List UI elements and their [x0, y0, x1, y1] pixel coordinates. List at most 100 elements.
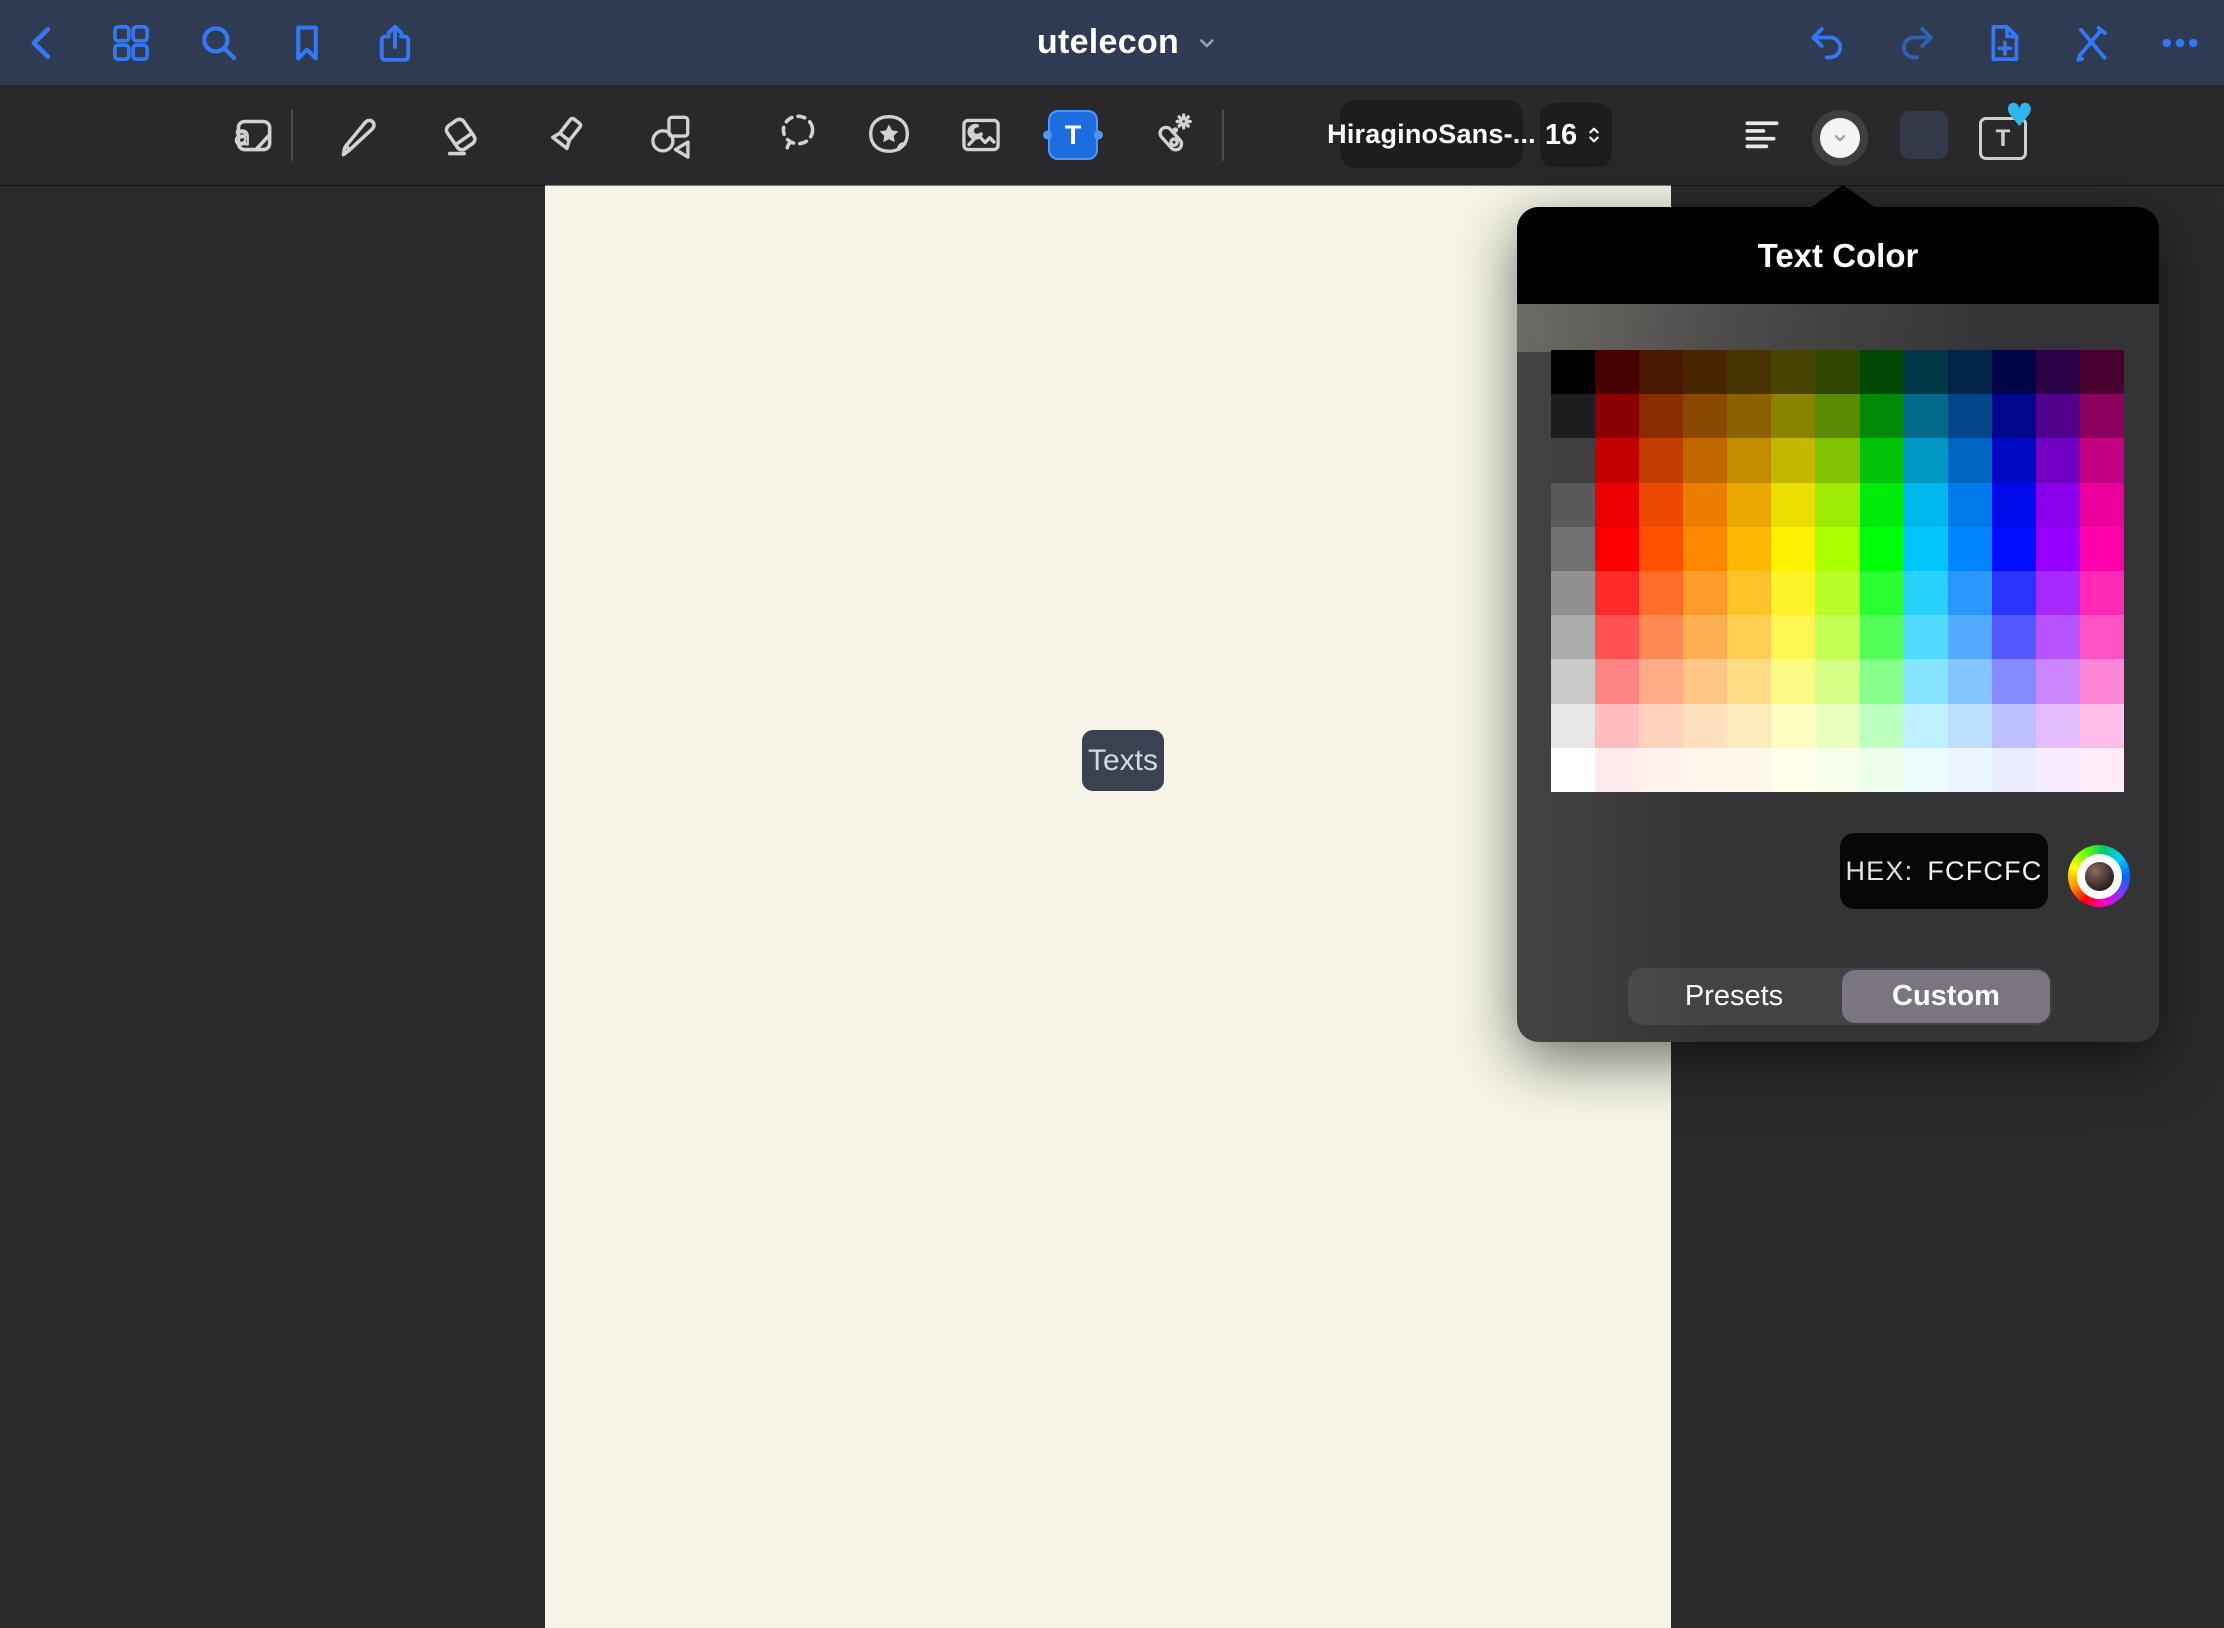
color-cell[interactable] [2080, 438, 2124, 482]
color-cell[interactable] [1551, 659, 1595, 703]
color-cell[interactable] [1639, 394, 1683, 438]
highlighter-tool-button[interactable] [538, 107, 594, 163]
color-cell[interactable] [1948, 659, 1992, 703]
color-cell[interactable] [1639, 571, 1683, 615]
color-cell[interactable] [1771, 527, 1815, 571]
color-cell[interactable] [1727, 350, 1771, 394]
color-cell[interactable] [2080, 615, 2124, 659]
color-cell[interactable] [1595, 659, 1639, 703]
lasso-tool-button[interactable] [770, 107, 826, 163]
color-cell[interactable] [1727, 571, 1771, 615]
color-cell[interactable] [1595, 438, 1639, 482]
color-cell[interactable] [1639, 659, 1683, 703]
color-cell[interactable] [2080, 748, 2124, 792]
color-cell[interactable] [1992, 748, 2036, 792]
color-cell[interactable] [1551, 748, 1595, 792]
color-cell[interactable] [1948, 748, 1992, 792]
color-cell[interactable] [1595, 615, 1639, 659]
color-cell[interactable] [1771, 571, 1815, 615]
color-cell[interactable] [1683, 704, 1727, 748]
color-cell[interactable] [1904, 659, 1948, 703]
eraser-tool-button[interactable] [432, 107, 488, 163]
color-cell[interactable] [1904, 571, 1948, 615]
color-cell[interactable] [1551, 571, 1595, 615]
color-cell[interactable] [1771, 748, 1815, 792]
color-cell[interactable] [1815, 748, 1859, 792]
color-cell[interactable] [1639, 438, 1683, 482]
color-cell[interactable] [1815, 527, 1859, 571]
color-cell[interactable] [1639, 483, 1683, 527]
color-cell[interactable] [1551, 483, 1595, 527]
laser-pointer-tool-button[interactable] [1144, 107, 1200, 163]
text-align-button[interactable] [1736, 111, 1788, 159]
custom-tab[interactable]: Custom [1842, 970, 2050, 1023]
color-cell[interactable] [1992, 527, 2036, 571]
color-cell[interactable] [1860, 527, 1904, 571]
font-name-button[interactable]: HiraginoSans-... [1340, 100, 1523, 168]
color-cell[interactable] [1948, 571, 1992, 615]
search-button[interactable] [196, 20, 242, 66]
color-cell[interactable] [1771, 659, 1815, 703]
color-cell[interactable] [1771, 704, 1815, 748]
color-cell[interactable] [1860, 748, 1904, 792]
color-cell[interactable] [1727, 704, 1771, 748]
color-cell[interactable] [2036, 350, 2080, 394]
color-cell[interactable] [2036, 659, 2080, 703]
color-cell[interactable] [1860, 615, 1904, 659]
color-cell[interactable] [1860, 350, 1904, 394]
shapes-tool-button[interactable] [642, 107, 698, 163]
color-cell[interactable] [2036, 748, 2080, 792]
presets-tab[interactable]: Presets [1630, 970, 1838, 1023]
color-cell[interactable] [1904, 438, 1948, 482]
text-object[interactable]: Texts [1082, 730, 1164, 791]
color-cell[interactable] [2036, 483, 2080, 527]
color-cell[interactable] [1595, 704, 1639, 748]
favorite-textbox-button[interactable]: T ♥ [1977, 105, 2039, 165]
color-cell[interactable] [1904, 615, 1948, 659]
color-cell[interactable] [1771, 615, 1815, 659]
color-cell[interactable] [1727, 748, 1771, 792]
color-cell[interactable] [1595, 350, 1639, 394]
color-cell[interactable] [1992, 571, 2036, 615]
text-color-swatch-button[interactable] [1812, 110, 1868, 166]
color-cell[interactable] [2080, 659, 2124, 703]
color-cell[interactable] [1727, 615, 1771, 659]
photo-tool-button[interactable] [953, 107, 1009, 163]
font-size-stepper[interactable]: 16 [1540, 103, 1612, 167]
color-cell[interactable] [2036, 527, 2080, 571]
color-cell[interactable] [1948, 527, 1992, 571]
reader-tool-button[interactable]: a [225, 107, 281, 163]
color-cell[interactable] [1815, 350, 1859, 394]
note-page[interactable] [545, 185, 1671, 1628]
color-cell[interactable] [1639, 748, 1683, 792]
color-cell[interactable] [1904, 748, 1948, 792]
color-cell[interactable] [1683, 527, 1727, 571]
undo-button[interactable] [1805, 20, 1851, 66]
color-cell[interactable] [1551, 394, 1595, 438]
color-cell[interactable] [1771, 483, 1815, 527]
color-cell[interactable] [1683, 615, 1727, 659]
back-button[interactable] [20, 20, 66, 66]
color-cell[interactable] [1683, 483, 1727, 527]
color-cell[interactable] [1595, 394, 1639, 438]
color-cell[interactable] [1683, 571, 1727, 615]
color-cell[interactable] [1948, 483, 1992, 527]
pen-tool-button[interactable] [329, 107, 385, 163]
redo-button[interactable] [1893, 20, 1939, 66]
color-cell[interactable] [1948, 350, 1992, 394]
color-cell[interactable] [1683, 350, 1727, 394]
color-cell[interactable] [1992, 394, 2036, 438]
color-cell[interactable] [1551, 438, 1595, 482]
color-cell[interactable] [1860, 483, 1904, 527]
color-cell[interactable] [1551, 350, 1595, 394]
color-cell[interactable] [1595, 527, 1639, 571]
color-cell[interactable] [1683, 659, 1727, 703]
color-cell[interactable] [1771, 394, 1815, 438]
color-cell[interactable] [1639, 704, 1683, 748]
color-cell[interactable] [1683, 394, 1727, 438]
color-cell[interactable] [2080, 483, 2124, 527]
color-cell[interactable] [1639, 527, 1683, 571]
color-cell[interactable] [1815, 483, 1859, 527]
color-cell[interactable] [1860, 394, 1904, 438]
color-cell[interactable] [1771, 438, 1815, 482]
